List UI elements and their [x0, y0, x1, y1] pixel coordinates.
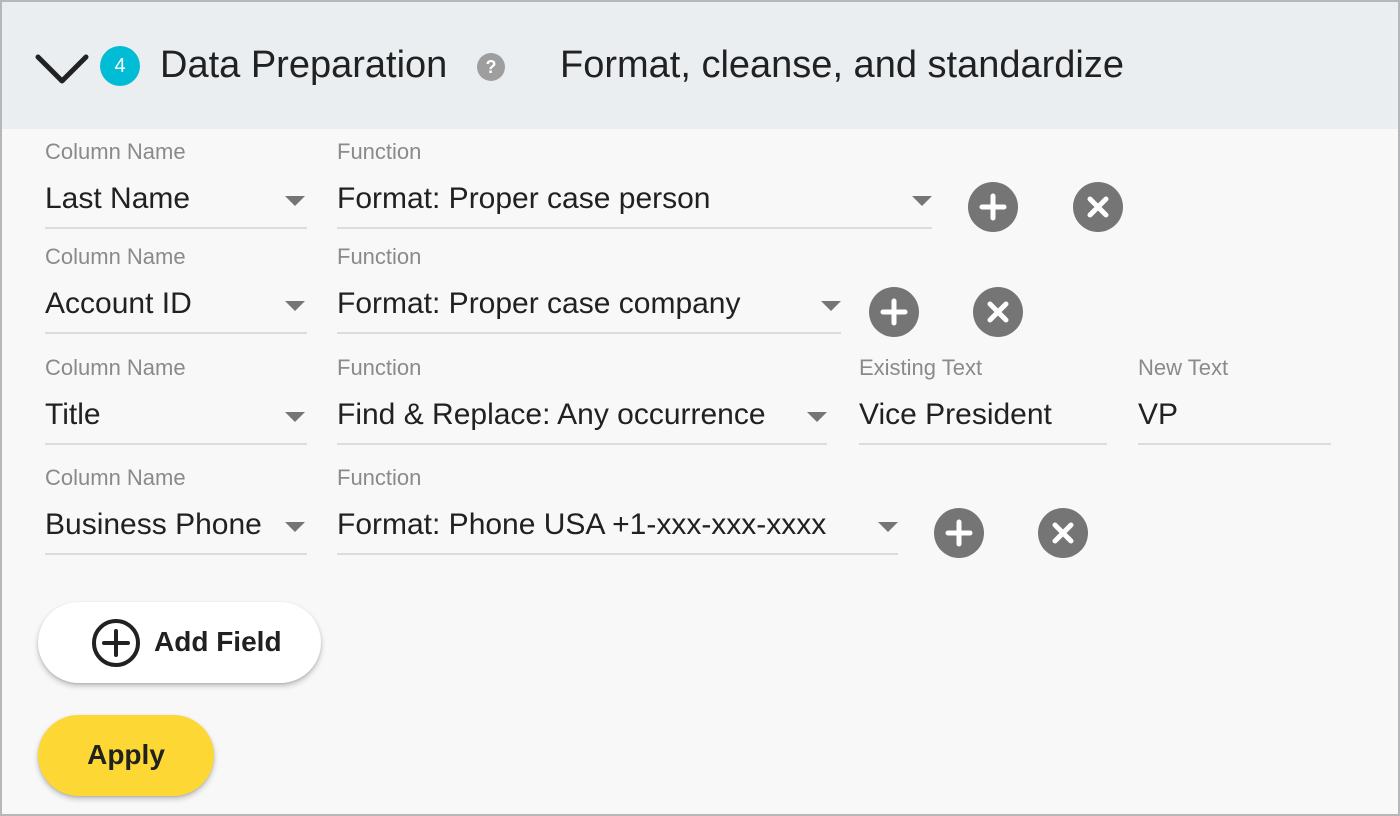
column-name-value: Title — [45, 398, 101, 431]
plus-icon — [880, 298, 908, 326]
data-preparation-panel: 4 Data Preparation ? Format, cleanse, an… — [0, 0, 1400, 816]
function-value: Find & Replace: Any occurrence — [337, 398, 766, 431]
column-name-select[interactable]: Column Name Business Phone — [45, 465, 307, 557]
existing-text-value: Vice President — [859, 398, 1052, 431]
help-icon[interactable]: ? — [477, 53, 505, 81]
function-label: Function — [337, 139, 422, 164]
field-underline — [859, 443, 1107, 445]
dropdown-caret-icon[interactable] — [285, 301, 305, 311]
field-underline — [1138, 443, 1331, 445]
column-name-label: Column Name — [45, 244, 186, 269]
dropdown-caret-icon[interactable] — [285, 412, 305, 422]
section-header[interactable]: 4 Data Preparation ? Format, cleanse, an… — [2, 2, 1398, 129]
function-select[interactable]: Function Format: Proper case person — [337, 139, 932, 231]
field-underline — [45, 227, 307, 229]
field-underline — [337, 443, 827, 445]
function-value: Format: Proper case company — [337, 287, 741, 320]
field-underline — [337, 553, 898, 555]
new-text-input[interactable]: New Text VP — [1138, 355, 1331, 447]
function-value: Format: Phone USA +1-xxx-xxx-xxxx — [337, 508, 827, 541]
dropdown-caret-icon[interactable] — [912, 196, 932, 206]
section-title: Data Preparation — [160, 44, 448, 86]
close-icon — [987, 301, 1009, 323]
dropdown-caret-icon[interactable] — [285, 522, 305, 532]
existing-text-input[interactable]: Existing Text Vice President — [859, 355, 1107, 447]
column-name-label: Column Name — [45, 465, 186, 490]
apply-button[interactable]: Apply — [38, 715, 214, 796]
remove-row-button[interactable] — [1073, 182, 1123, 232]
field-underline — [337, 332, 841, 334]
remove-row-button[interactable] — [973, 287, 1023, 337]
column-name-select[interactable]: Column Name Title — [45, 355, 307, 447]
add-field-button[interactable]: Add Field — [38, 602, 321, 683]
dropdown-caret-icon[interactable] — [807, 412, 827, 422]
section-subtitle: Format, cleanse, and standardize — [560, 44, 1124, 86]
plus-icon — [979, 193, 1007, 221]
dropdown-caret-icon[interactable] — [878, 522, 898, 532]
column-name-value: Business Phone — [45, 508, 262, 541]
apply-label: Apply — [87, 739, 165, 770]
add-function-button[interactable] — [869, 287, 919, 337]
function-label: Function — [337, 465, 422, 490]
function-select[interactable]: Function Format: Phone USA +1-xxx-xxx-xx… — [337, 465, 898, 557]
close-icon — [1052, 522, 1074, 544]
close-icon — [1087, 196, 1109, 218]
function-value: Format: Proper case person — [337, 182, 711, 215]
column-name-value: Last Name — [45, 182, 191, 215]
existing-text-label: Existing Text — [859, 355, 983, 380]
add-field-label: Add Field — [154, 626, 282, 657]
field-underline — [337, 227, 932, 229]
add-function-button[interactable] — [934, 508, 984, 558]
step-number-badge: 4 — [100, 46, 140, 86]
dropdown-caret-icon[interactable] — [285, 196, 305, 206]
remove-row-button[interactable] — [1038, 508, 1088, 558]
function-select[interactable]: Function Format: Proper case company — [337, 244, 841, 336]
new-text-label: New Text — [1138, 355, 1229, 380]
field-underline — [45, 443, 307, 445]
function-label: Function — [337, 355, 422, 380]
column-name-label: Column Name — [45, 355, 186, 380]
column-name-select[interactable]: Column Name Account ID — [45, 244, 307, 336]
function-select[interactable]: Function Find & Replace: Any occurrence — [337, 355, 827, 447]
function-label: Function — [337, 244, 422, 269]
add-function-button[interactable] — [968, 182, 1018, 232]
chevron-down-icon[interactable] — [32, 47, 92, 87]
column-name-select[interactable]: Column Name Last Name — [45, 139, 307, 231]
plus-icon — [945, 519, 973, 547]
add-circle-icon — [92, 619, 140, 667]
new-text-value: VP — [1138, 398, 1179, 431]
dropdown-caret-icon[interactable] — [821, 301, 841, 311]
column-name-value: Account ID — [45, 287, 192, 320]
field-underline — [45, 553, 307, 555]
column-name-label: Column Name — [45, 139, 186, 164]
field-underline — [45, 332, 307, 334]
